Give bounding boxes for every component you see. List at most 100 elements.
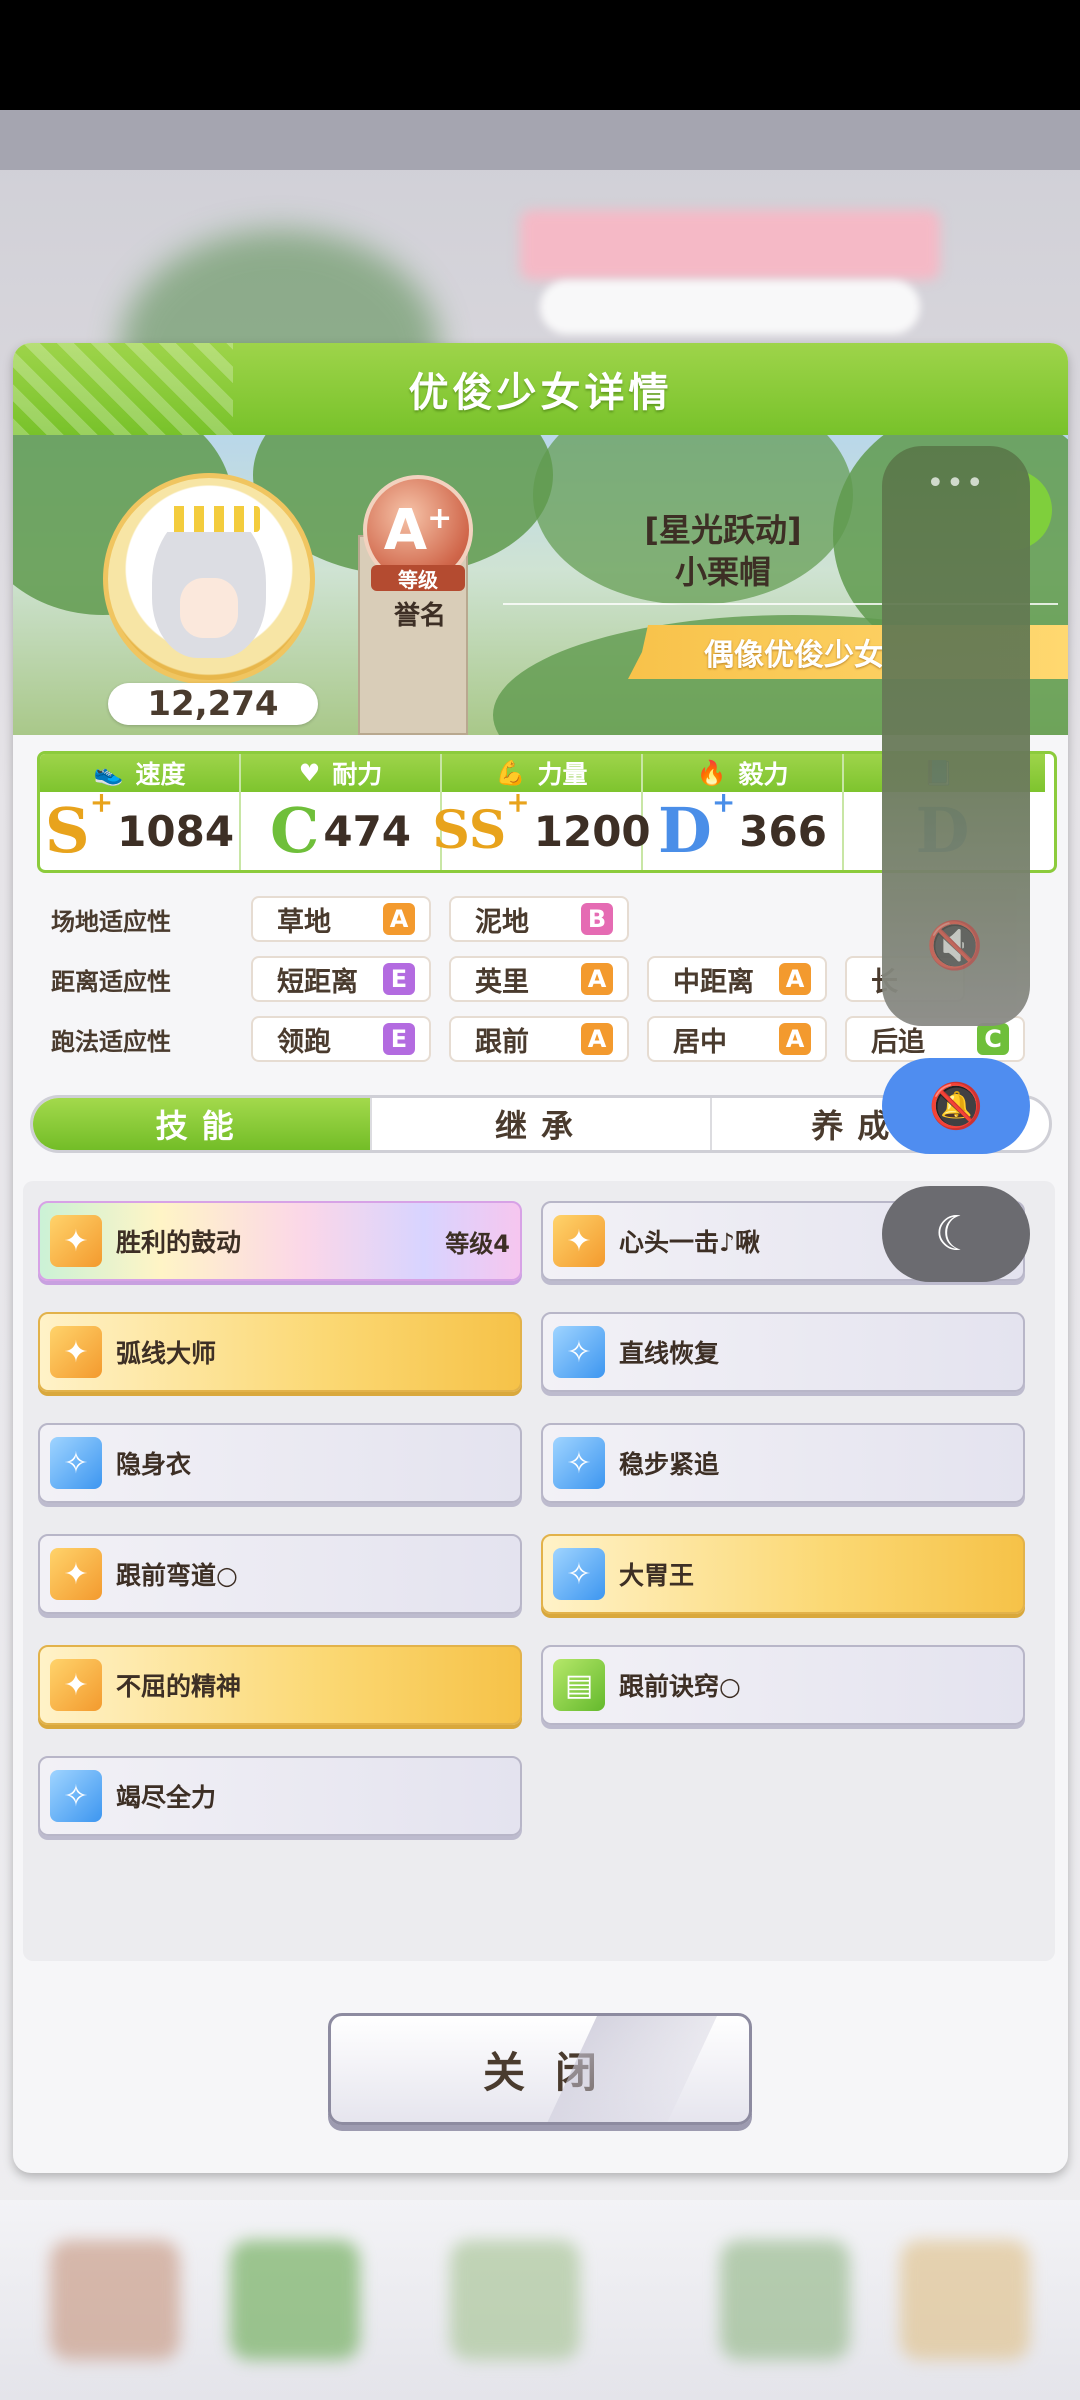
skill-icon: ✧ <box>553 1326 605 1378</box>
apt-chip: 泥地 B <box>449 896 629 942</box>
bg-nav-icon <box>230 2240 360 2360</box>
stat-value: 366 <box>739 806 827 856</box>
apt-grade: A <box>779 1023 811 1055</box>
apt-chip: 中距离 A <box>647 956 827 1002</box>
floating-side-panel[interactable]: ••• 🔇 <box>882 446 1030 1026</box>
skill-card[interactable]: ✧ 大胃王 <box>541 1534 1025 1614</box>
stat-header: 🔥 毅力 <box>643 754 842 792</box>
stat-grade: C <box>269 794 320 867</box>
skill-card[interactable]: ✧ 隐身衣 <box>38 1423 522 1503</box>
skill-name: 弧线大师 <box>116 1339 217 1368</box>
apt-grade: A <box>581 963 613 995</box>
bg-nav-icon <box>720 2240 850 2360</box>
skill-name: 不屈的精神 <box>116 1672 242 1701</box>
apt-chip: 草地 A <box>251 896 431 942</box>
track-aptitude-row: 场地适应性 草地 A 泥地 B <box>51 896 647 942</box>
apt-chip: 领跑 E <box>251 1016 431 1062</box>
bg-bottom-nav <box>0 2200 1080 2400</box>
stat-grade: SS+ <box>432 785 530 861</box>
skill-icon: ✦ <box>553 1215 605 1267</box>
character-title: [星光跃动] <box>644 511 802 549</box>
apt-chip: 跟前 A <box>449 1016 629 1062</box>
skill-icon: ✧ <box>50 1770 102 1822</box>
stat-header: 👟 速度 <box>40 754 239 792</box>
style-aptitude-row: 跑法适应性 领跑 E 跟前 A 居中 A 后追 C <box>51 1016 1043 1062</box>
character-name: 小栗帽 <box>674 553 771 591</box>
skill-card[interactable]: ✦ 跟前弯道○ <box>38 1534 522 1614</box>
apt-grade: A <box>779 963 811 995</box>
stat-header: 💪 力量 <box>442 754 641 792</box>
stat-speed: 👟 速度 S+ 1084 <box>40 754 241 870</box>
skills-panel: ✦ 胜利的鼓动 等级4 ✦ 心头一击♪啾 ✦ 弧线大师 ✧ 直线恢复 ✧ 隐身衣 ✧ 稳步紧追… <box>23 1181 1055 1961</box>
skill-card[interactable]: ✦ 不屈的精神 <box>38 1645 522 1725</box>
stat-power: 💪 力量 SS+ 1200 <box>432 754 651 870</box>
stat-grade: S+ <box>44 786 114 867</box>
apt-label: 跑法适应性 <box>51 1027 171 1056</box>
stat-label: 力量 <box>537 760 588 789</box>
notification-mute-button[interactable]: 🔕 <box>882 1058 1030 1154</box>
skill-name: 隐身衣 <box>116 1450 192 1479</box>
skill-card[interactable]: ✧ 直线恢复 <box>541 1312 1025 1392</box>
bg-nav-icon <box>450 2240 580 2360</box>
skill-name: 竭尽全力 <box>116 1783 217 1812</box>
stat-value: 474 <box>323 806 412 856</box>
stat-value: 1200 <box>533 806 651 856</box>
skill-card[interactable]: ✦ 胜利的鼓动 等级4 <box>38 1201 522 1281</box>
close-button[interactable]: 关闭 <box>328 2013 752 2125</box>
character-portrait[interactable] <box>103 473 315 685</box>
distance-aptitude-row: 距离适应性 短距离E 英里A 中距离A 长 <box>51 956 983 1002</box>
skill-icon: ✧ <box>553 1548 605 1600</box>
stat-grade: D+ <box>658 786 736 867</box>
bg-nav-icon <box>50 2240 180 2360</box>
stat-guts: 🔥 毅力 D+ 366 <box>643 754 844 870</box>
rank-plus: + <box>427 500 453 536</box>
flame-icon: 🔥 <box>696 759 727 787</box>
skill-icon: ✦ <box>50 1215 102 1267</box>
stat-label: 毅力 <box>738 760 789 789</box>
stat-body: S+ 1084 <box>40 786 239 870</box>
apt-grade: B <box>581 903 613 935</box>
muscle-icon: 💪 <box>495 759 526 787</box>
stat-stamina: ♥ 耐力 C 474 <box>241 754 442 870</box>
skill-card[interactable]: ✧ 竭尽全力 <box>38 1756 522 1836</box>
stat-body: SS+ 1200 <box>432 788 650 870</box>
bg-nav-icon <box>900 2240 1030 2360</box>
tab-inheritance[interactable]: 继承 <box>372 1098 712 1150</box>
bg-level-ribbon <box>520 210 940 280</box>
apt-grade: A <box>383 903 415 935</box>
mute-icon[interactable]: 🔇 <box>926 918 983 973</box>
skill-card[interactable]: ▤ 跟前诀窍○ <box>541 1645 1025 1725</box>
apt-label: 距离适应性 <box>51 967 171 996</box>
rank-level-label: 等级 <box>371 565 465 592</box>
apt-grade: C <box>977 1023 1009 1055</box>
fan-count: 12,274 <box>108 683 318 725</box>
stat-body: D+ 366 <box>643 786 842 870</box>
skill-name: 直线恢复 <box>619 1339 720 1368</box>
skill-icon: ✦ <box>50 1548 102 1600</box>
tab-skills[interactable]: 技能 <box>33 1098 373 1150</box>
skill-name: 胜利的鼓动 <box>116 1228 242 1257</box>
skill-card[interactable]: ✧ 稳步紧追 <box>541 1423 1025 1503</box>
skill-card[interactable]: ✦ 弧线大师 <box>38 1312 522 1392</box>
stat-label: 耐力 <box>332 760 383 789</box>
apt-chip: 居中 A <box>647 1016 827 1062</box>
rank-letter: A <box>383 497 428 563</box>
rank-name: 誉名 <box>393 601 446 631</box>
bg-score-pill <box>540 280 920 334</box>
character-tiara <box>164 506 260 532</box>
apt-chip: 英里 A <box>449 956 629 1002</box>
skill-name: 稳步紧追 <box>619 1450 720 1479</box>
skill-name: 跟前诀窍○ <box>619 1672 741 1701</box>
skill-name: 大胃王 <box>619 1561 695 1590</box>
night-mode-button[interactable]: ☾ <box>882 1186 1030 1282</box>
apt-grade: E <box>383 1023 415 1055</box>
apt-grade: E <box>383 963 415 995</box>
skill-level: 等级4 <box>445 1229 510 1258</box>
skill-icon: ✧ <box>50 1437 102 1489</box>
stat-value: 1084 <box>117 806 235 856</box>
more-dots-icon[interactable]: ••• <box>882 466 1030 501</box>
skill-icon: ✦ <box>50 1659 102 1711</box>
skill-icon: ✧ <box>553 1437 605 1489</box>
stat-label: 速度 <box>135 760 186 789</box>
apt-chip: 短距离 E <box>251 956 431 1002</box>
